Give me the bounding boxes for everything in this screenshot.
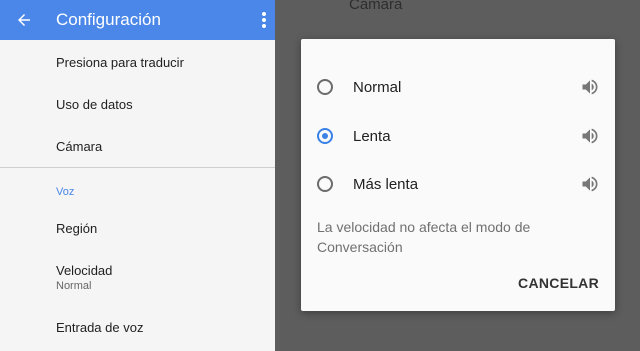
background-camera-header: Cámara	[349, 0, 403, 13]
settings-item-label: Uso de datos	[56, 97, 133, 112]
speaker-icon[interactable]	[579, 126, 601, 146]
more-vert-icon	[262, 12, 266, 28]
settings-panel: Configuración Presiona para traducir Uso…	[0, 0, 275, 351]
speed-note: La velocidad no afecta el modo de Conver…	[317, 219, 531, 255]
page-title: Configuración	[56, 10, 161, 29]
option-label: Lenta	[353, 128, 391, 145]
speed-option-slow[interactable]: Lenta	[301, 118, 615, 158]
more-options-button[interactable]	[252, 4, 276, 36]
speaker-icon[interactable]	[579, 174, 601, 194]
cancel-button[interactable]: CANCELAR	[509, 275, 599, 297]
settings-item-region[interactable]: Región	[56, 221, 97, 236]
speed-dialog: Normal Lenta Más lenta La velocidad no a…	[301, 39, 615, 311]
divider	[0, 167, 275, 168]
option-label: Más lenta	[353, 176, 419, 193]
settings-item-label: Velocidad	[56, 263, 113, 278]
speaker-icon[interactable]	[579, 77, 601, 97]
section-header-voice: Voz	[56, 186, 75, 198]
settings-item-data-usage[interactable]: Uso de datos	[56, 97, 133, 112]
settings-item-label: Entrada de voz	[56, 320, 144, 335]
radio-button[interactable]	[317, 128, 333, 144]
app-bar: Configuración	[0, 0, 275, 40]
settings-item-label: Región	[56, 221, 98, 236]
speed-option-normal[interactable]: Normal	[301, 69, 615, 109]
back-button[interactable]	[8, 4, 40, 36]
settings-item-tap-to-translate[interactable]: Presiona para traducir	[56, 55, 184, 70]
arrow-back-icon	[18, 14, 30, 26]
settings-item-label: Presiona para traducir	[56, 55, 184, 70]
settings-item-camera[interactable]: Cámara	[56, 139, 102, 154]
radio-button[interactable]	[317, 79, 333, 95]
settings-item-label: Cámara	[56, 139, 103, 154]
settings-item-voice-input[interactable]: Entrada de voz	[56, 320, 143, 335]
settings-item-speed[interactable]: Velocidad Normal	[56, 263, 112, 292]
speed-option-slower[interactable]: Más lenta	[301, 166, 615, 206]
option-label: Normal	[353, 79, 402, 96]
radio-button[interactable]	[317, 176, 333, 192]
settings-item-value: Normal	[56, 280, 92, 292]
